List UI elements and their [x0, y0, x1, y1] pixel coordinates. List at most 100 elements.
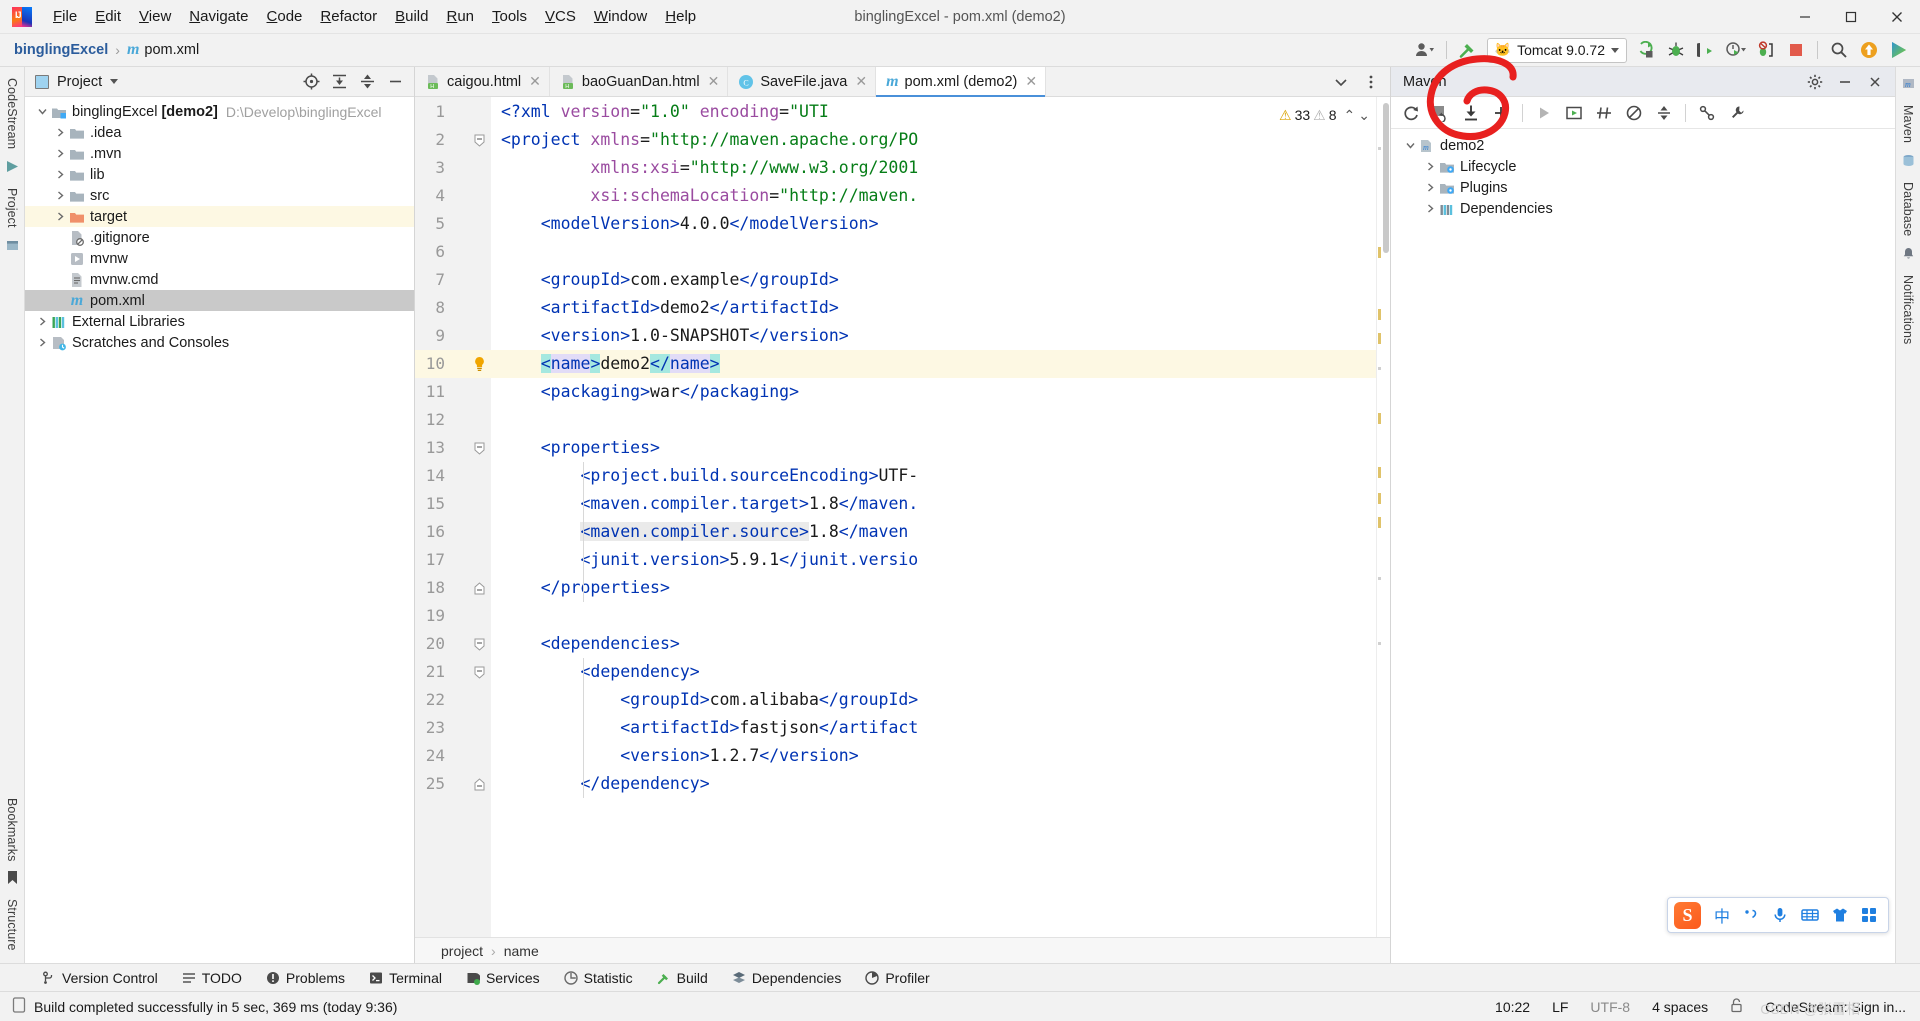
menu-item-refactor[interactable]: Refactor: [311, 4, 386, 30]
fold-open-icon[interactable]: [471, 434, 487, 462]
run-button[interactable]: [1631, 37, 1661, 63]
hide-panel-icon[interactable]: [382, 70, 408, 94]
punctuation-icon[interactable]: [1743, 907, 1759, 923]
run-configuration-selector[interactable]: 🐱 Tomcat 9.0.72: [1486, 37, 1627, 63]
add-maven-project-icon[interactable]: [1487, 100, 1515, 126]
apps-icon[interactable]: [1861, 907, 1877, 923]
menu-item-view[interactable]: View: [130, 4, 180, 30]
close-tab-icon[interactable]: ✕: [708, 73, 720, 90]
menu-item-navigate[interactable]: Navigate: [180, 4, 257, 30]
tool-window-build[interactable]: Build: [645, 967, 720, 989]
chevron-right-icon[interactable]: [35, 338, 50, 347]
show-dependency-graph-icon[interactable]: [1693, 100, 1721, 126]
expand-all-icon[interactable]: [326, 70, 352, 94]
keyboard-icon[interactable]: [1801, 907, 1819, 923]
download-sources-icon[interactable]: [1457, 100, 1485, 126]
sogou-ime-icon[interactable]: S: [1673, 901, 1701, 929]
fold-close-icon[interactable]: [471, 770, 487, 798]
chevron-right-icon[interactable]: [53, 170, 68, 179]
menu-item-build[interactable]: Build: [386, 4, 437, 30]
tree-node--mvn[interactable]: .mvn: [25, 143, 414, 164]
profile-button[interactable]: [1721, 37, 1751, 63]
close-tab-icon[interactable]: ✕: [855, 73, 867, 90]
editor-tab-caigou-html[interactable]: Hcaigou.html ✕: [415, 67, 550, 96]
rail-item-structure[interactable]: Structure: [5, 893, 19, 957]
menu-item-vcs[interactable]: VCS: [536, 4, 585, 30]
maven-node-demo2[interactable]: m demo2: [1391, 135, 1895, 156]
maven-node-dependencies[interactable]: Dependencies: [1391, 198, 1895, 219]
fold-open-icon[interactable]: [471, 658, 487, 686]
menu-item-code[interactable]: Code: [258, 4, 312, 30]
tool-window-dependencies[interactable]: Dependencies: [720, 967, 854, 989]
attach-debugger-icon[interactable]: [1751, 37, 1781, 63]
toggle-offline-mode-icon[interactable]: [1620, 100, 1648, 126]
close-tab-icon[interactable]: ✕: [529, 73, 541, 90]
skin-icon[interactable]: [1832, 907, 1848, 923]
maven-node-plugins[interactable]: Plugins: [1391, 177, 1895, 198]
editor-tab-savefile-java[interactable]: C SaveFile.java ✕: [728, 67, 877, 96]
tree-node--gitignore[interactable]: .gitignore: [25, 227, 414, 248]
collapse-all-icon[interactable]: [354, 70, 380, 94]
codestream-icon[interactable]: [1884, 37, 1914, 63]
tree-node-src[interactable]: src: [25, 185, 414, 206]
chevron-right-icon[interactable]: [53, 128, 68, 137]
fold-close-icon[interactable]: [471, 574, 487, 602]
close-panel-icon[interactable]: [1861, 69, 1889, 95]
tree-node-mvnw-cmd[interactable]: mvnw.cmd: [25, 269, 414, 290]
minimize-panel-icon[interactable]: [1831, 69, 1859, 95]
toggle-skip-tests-icon[interactable]: [1590, 100, 1618, 126]
prev-problem-icon[interactable]: ⌃: [1344, 101, 1356, 129]
rail-item-project[interactable]: Project: [5, 181, 19, 235]
chevron-right-icon[interactable]: [1423, 183, 1438, 192]
microphone-icon[interactable]: [1772, 907, 1788, 923]
rail-item-bookmarks[interactable]: Bookmarks: [5, 792, 19, 867]
menu-item-file[interactable]: File: [44, 4, 86, 30]
chevron-right-icon[interactable]: [53, 212, 68, 221]
tree-node-external-libraries[interactable]: External Libraries: [25, 311, 414, 332]
chevron-down-icon[interactable]: [35, 107, 50, 116]
intention-bulb-icon[interactable]: [471, 350, 487, 378]
tool-window-version-control[interactable]: Version Control: [30, 967, 170, 989]
tree-node-binglingexcel[interactable]: binglingExcel [demo2] D:\Develop\bingling…: [25, 101, 414, 122]
editor-tab-pom-xml--demo2-[interactable]: m pom.xml (demo2) ✕: [876, 67, 1047, 97]
user-account-icon[interactable]: [1410, 37, 1440, 63]
menu-item-run[interactable]: Run: [437, 4, 483, 30]
minimize-button[interactable]: [1782, 0, 1828, 34]
menu-item-tools[interactable]: Tools: [483, 4, 536, 30]
run-maven-goal-icon[interactable]: [1530, 100, 1558, 126]
close-button[interactable]: [1874, 0, 1920, 34]
close-tab-icon[interactable]: ✕: [1025, 73, 1037, 90]
maximize-button[interactable]: [1828, 0, 1874, 34]
rail-item-database[interactable]: Database: [1901, 175, 1915, 243]
editor-gutter[interactable]: 1 2 3 4 5 6 7 8 9 10 11 12 13 14 15 16 17 18 19 20 21 22 23 24 2…: [415, 97, 491, 937]
tool-window-problems[interactable]: Problems: [254, 967, 357, 989]
rail-item-codestream[interactable]: CodeStream: [5, 71, 19, 156]
menu-item-edit[interactable]: Edit: [86, 4, 130, 30]
breadcrumb-element-name[interactable]: name: [504, 943, 539, 959]
lock-icon[interactable]: [1726, 996, 1747, 1018]
build-hammer-icon[interactable]: [1453, 37, 1483, 63]
tree-node-pom-xml[interactable]: m pom.xml: [25, 290, 414, 311]
next-problem-icon[interactable]: ⌄: [1358, 101, 1370, 129]
fold-open-icon[interactable]: [471, 126, 487, 154]
generate-sources-icon[interactable]: [1427, 100, 1455, 126]
tree-node-lib[interactable]: lib: [25, 164, 414, 185]
tool-window-services[interactable]: Services: [454, 967, 552, 989]
maven-node-lifecycle[interactable]: Lifecycle: [1391, 156, 1895, 177]
menu-item-help[interactable]: Help: [656, 4, 705, 30]
select-opened-file-icon[interactable]: [298, 70, 324, 94]
chevron-right-icon[interactable]: [35, 317, 50, 326]
editor-tab-baoguandan-html[interactable]: HbaoGuanDan.html ✕: [550, 67, 729, 96]
editor-scrollbar[interactable]: [1381, 97, 1390, 937]
update-project-icon[interactable]: [1854, 37, 1884, 63]
tool-window-todo[interactable]: TODO: [170, 967, 254, 989]
tree-node--idea[interactable]: .idea: [25, 122, 414, 143]
chevron-right-icon[interactable]: [1423, 162, 1438, 171]
tool-window-profiler[interactable]: Profiler: [853, 967, 941, 989]
stop-button[interactable]: [1781, 37, 1811, 63]
show-tab-list-icon[interactable]: [1326, 68, 1356, 96]
gear-icon[interactable]: [1801, 69, 1829, 95]
tree-node-scratches-and-consoles[interactable]: Scratches and Consoles: [25, 332, 414, 353]
chevron-down-icon[interactable]: [1403, 141, 1418, 150]
run-with-coverage-button[interactable]: [1691, 37, 1721, 63]
